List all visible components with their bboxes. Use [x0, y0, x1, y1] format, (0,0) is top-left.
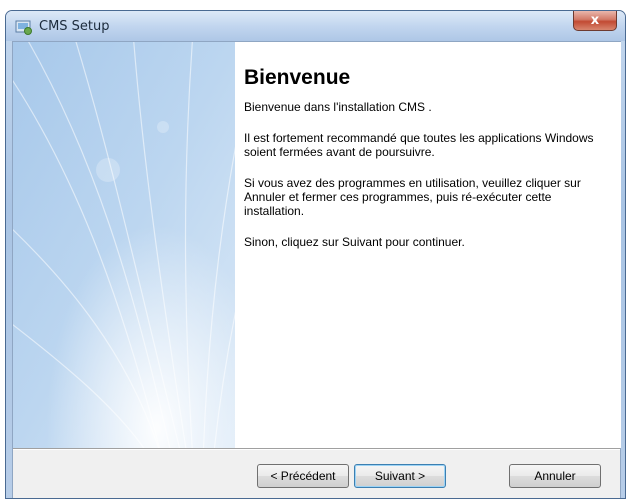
welcome-content: Bienvenue Bienvenue dans l'installation … [235, 42, 621, 448]
button-separator [13, 448, 620, 450]
next-button[interactable]: Suivant > [354, 464, 446, 488]
wizard-side-banner [13, 42, 235, 448]
previous-button[interactable]: < Précédent [257, 464, 349, 488]
continue-text: Sinon, cliquez sur Suivant pour continue… [244, 235, 465, 249]
wizard-client-area: Bienvenue Bienvenue dans l'installation … [12, 41, 621, 498]
window-title: CMS Setup [39, 19, 110, 34]
programs-running-text: Si vous avez des programmes en utilisati… [244, 176, 581, 218]
cancel-button[interactable]: Annuler [509, 464, 601, 488]
title-bar[interactable]: CMS Setup x [6, 11, 625, 41]
welcome-text: Bienvenue dans l'installation CMS . [244, 100, 432, 114]
page-title: Bienvenue [244, 66, 351, 89]
close-apps-text: Il est fortement recommandé que toutes l… [244, 131, 594, 159]
close-button[interactable]: x [573, 11, 617, 31]
setup-window: CMS Setup x Bienvenue Bienvenue dans l'i… [5, 10, 626, 499]
setup-icon [15, 19, 33, 35]
close-icon: x [590, 13, 600, 28]
